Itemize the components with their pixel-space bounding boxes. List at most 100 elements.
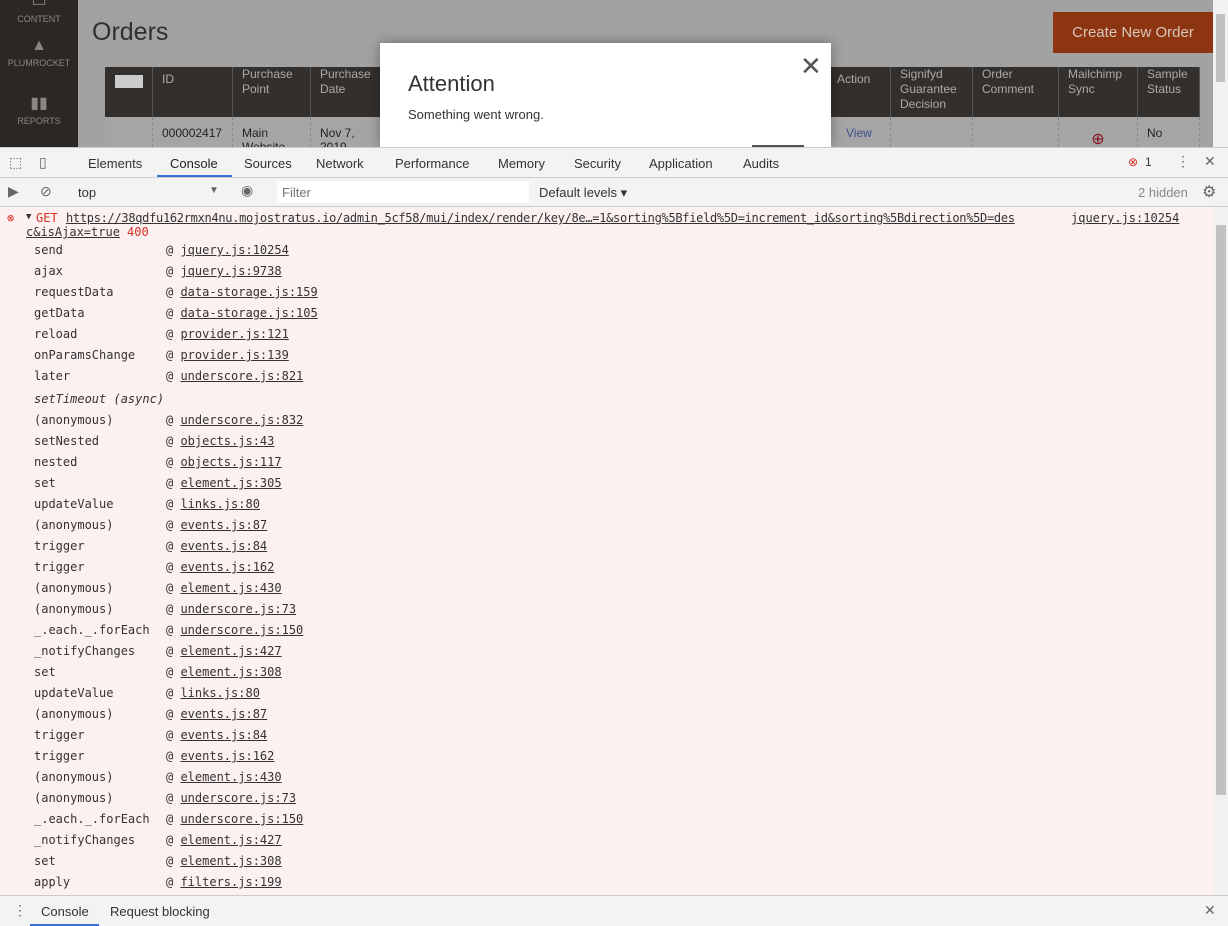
stack-frame: set @ element.js:308	[34, 665, 282, 679]
column-order-comment[interactable]: Order Comment	[973, 67, 1059, 117]
error-source-link[interactable]: jquery.js:10254	[1071, 211, 1179, 225]
console-scrollbar[interactable]	[1214, 207, 1228, 895]
tab-elements[interactable]: Elements	[88, 156, 142, 171]
source-link[interactable]: underscore.js:73	[180, 791, 296, 805]
inspect-element-icon[interactable]: ⬚	[9, 154, 22, 171]
console-toolbar: ▶ ⊘ top ▼ ◉ Default levels ▾ 2 hidden ⚙	[0, 178, 1228, 207]
source-link[interactable]: element.js:308	[180, 665, 281, 679]
mass-select-header[interactable]	[105, 67, 153, 117]
column-purchase-date[interactable]: Purchase Date	[311, 67, 391, 117]
source-link[interactable]: provider.js:139	[180, 348, 288, 362]
console-scrollbar-thumb[interactable]	[1216, 225, 1226, 795]
chevron-down-icon[interactable]: ▼	[209, 185, 219, 196]
view-link[interactable]: View	[828, 117, 891, 147]
column-id[interactable]: ID	[153, 67, 233, 117]
source-link[interactable]: data-storage.js:105	[180, 306, 317, 320]
source-link[interactable]: underscore.js:150	[180, 812, 303, 826]
gear-icon[interactable]: ⚙	[1202, 182, 1216, 202]
source-link[interactable]: underscore.js:150	[180, 623, 303, 637]
source-link[interactable]: element.js:308	[180, 854, 281, 868]
tab-sources[interactable]: Sources	[244, 156, 292, 171]
filter-input[interactable]	[277, 181, 529, 203]
close-drawer-icon[interactable]: ✕	[1204, 902, 1216, 919]
tab-performance[interactable]: Performance	[395, 156, 469, 171]
error-icon[interactable]: ⊗	[1128, 155, 1138, 169]
source-link[interactable]: element.js:430	[180, 770, 281, 784]
function-name: (anonymous)	[34, 518, 114, 532]
clear-console-icon[interactable]: ⊘	[40, 183, 52, 200]
function-name: _notifyChanges	[34, 833, 136, 847]
column-sample-status[interactable]: Sample Status	[1138, 67, 1200, 117]
source-link[interactable]: element.js:427	[180, 644, 281, 658]
drawer-tab-console[interactable]: Console	[41, 904, 89, 919]
column-signifyd[interactable]: Signifyd Guarantee Decision	[891, 67, 973, 117]
row-checkbox[interactable]	[105, 117, 153, 147]
drawer-menu-icon[interactable]: ⋮	[13, 902, 27, 919]
modal-close-button[interactable]: ✕	[800, 51, 822, 82]
function-name: (anonymous)	[34, 770, 114, 784]
source-link[interactable]: provider.js:121	[180, 327, 288, 341]
source-link[interactable]: events.js:162	[180, 749, 274, 763]
function-name: trigger	[34, 560, 85, 574]
function-name: _notifyChanges	[34, 644, 136, 658]
source-link[interactable]: underscore.js:821	[180, 369, 303, 383]
error-url[interactable]: https://38qdfu162rmxn4nu.mojostratus.io/…	[66, 211, 1015, 225]
source-link[interactable]: element.js:427	[180, 833, 281, 847]
stack-frame: (anonymous) @ events.js:87	[34, 707, 268, 721]
error-method: GET	[36, 211, 58, 225]
source-link[interactable]: events.js:84	[180, 539, 267, 553]
source-link[interactable]: objects.js:117	[180, 455, 281, 469]
source-link[interactable]: underscore.js:73	[180, 602, 296, 616]
source-link[interactable]: underscore.js:832	[180, 413, 303, 427]
source-link[interactable]: filters.js:199	[180, 875, 281, 889]
error-url-continued[interactable]: c&isAjax=true	[26, 225, 120, 239]
page-scrollbar-thumb[interactable]	[1216, 14, 1225, 82]
nav-plumrocket[interactable]: ▲ PLUMROCKET	[0, 38, 78, 69]
source-link[interactable]: events.js:162	[180, 560, 274, 574]
tab-memory[interactable]: Memory	[498, 156, 545, 171]
source-link[interactable]: events.js:84	[180, 728, 267, 742]
source-link[interactable]: links.js:80	[180, 686, 259, 700]
tab-console[interactable]: Console	[170, 156, 218, 171]
reports-icon: ▮▮	[30, 95, 48, 112]
source-link[interactable]: element.js:430	[180, 581, 281, 595]
close-devtools-icon[interactable]: ✕	[1204, 153, 1216, 170]
eye-icon[interactable]: ◉	[241, 182, 253, 199]
source-link[interactable]: events.js:87	[180, 518, 267, 532]
expand-triangle-icon[interactable]: ▼	[26, 212, 31, 222]
nav-reports[interactable]: ▮▮ REPORTS	[0, 95, 78, 127]
tab-security[interactable]: Security	[574, 156, 621, 171]
tab-network[interactable]: Network	[316, 156, 364, 171]
source-link[interactable]: objects.js:43	[180, 434, 274, 448]
stack-frame: requestData @ data-storage.js:159	[34, 285, 318, 299]
stack-frame: (anonymous) @ element.js:430	[34, 770, 282, 784]
column-mailchimp-sync[interactable]: Mailchimp Sync	[1059, 67, 1138, 117]
page-scrollbar[interactable]	[1213, 0, 1228, 147]
create-new-order-button[interactable]: Create New Order	[1053, 12, 1213, 53]
function-name: trigger	[34, 539, 85, 553]
attention-modal: Attention Something went wrong. ✕	[380, 43, 831, 147]
context-select[interactable]: top	[78, 185, 96, 200]
show-sidebar-icon[interactable]: ▶	[8, 183, 19, 200]
function-name: (anonymous)	[34, 791, 114, 805]
log-levels-select[interactable]: Default levels ▾	[539, 185, 627, 201]
mailchimp-sync-icon[interactable]: ⊕	[1059, 117, 1138, 147]
drawer-tab-request-blocking[interactable]: Request blocking	[110, 904, 210, 919]
source-link[interactable]: links.js:80	[180, 497, 259, 511]
error-count[interactable]: 1	[1145, 155, 1152, 169]
stack-frame: _.each._.forEach @ underscore.js:150	[34, 623, 304, 637]
tab-audits[interactable]: Audits	[743, 156, 779, 171]
function-name: updateValue	[34, 497, 114, 511]
function-name: set	[34, 665, 56, 679]
source-link[interactable]: jquery.js:10254	[180, 243, 288, 257]
source-link[interactable]: jquery.js:9738	[180, 264, 281, 278]
source-link[interactable]: element.js:305	[180, 476, 281, 490]
tab-application[interactable]: Application	[649, 156, 713, 171]
nav-content[interactable]: ▭ CONTENT	[0, 0, 78, 24]
source-link[interactable]: data-storage.js:159	[180, 285, 317, 299]
column-purchase-point[interactable]: Purchase Point	[233, 67, 311, 117]
device-toolbar-icon[interactable]: ▯	[39, 154, 47, 171]
more-options-icon[interactable]: ⋮	[1176, 153, 1190, 170]
column-action[interactable]: Action	[828, 67, 891, 117]
source-link[interactable]: events.js:87	[180, 707, 267, 721]
